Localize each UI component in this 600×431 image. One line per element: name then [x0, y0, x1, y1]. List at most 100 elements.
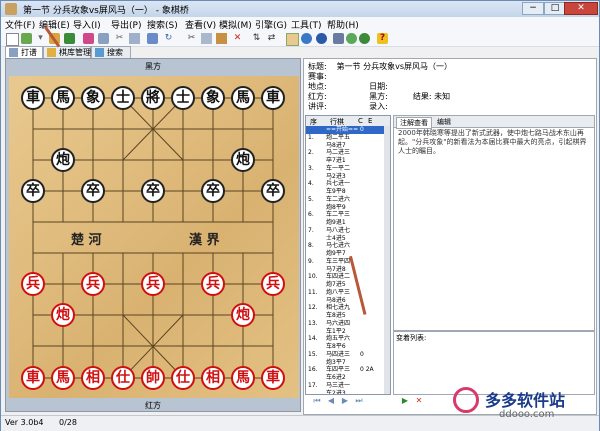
- red-pawn[interactable]: 兵: [21, 272, 45, 296]
- move-row[interactable]: 17. 马三进一: [306, 382, 384, 390]
- last-move-icon[interactable]: ⏭: [355, 397, 363, 405]
- black-pawn[interactable]: 卒: [201, 179, 225, 203]
- xiangqi-board[interactable]: 楚 河 漢 界 車 馬 象 士 將 士 象 馬 車 炮 炮 卒 卒 卒 卒 卒 …: [9, 76, 299, 398]
- move-list-scrollbar[interactable]: [384, 126, 390, 394]
- black-horse[interactable]: 馬: [51, 86, 75, 110]
- delete-icon[interactable]: ✕: [232, 33, 243, 44]
- preview-icon[interactable]: [98, 33, 109, 44]
- red-pawn[interactable]: 兵: [201, 272, 225, 296]
- col-e[interactable]: E: [368, 117, 372, 125]
- black-advisor[interactable]: 士: [171, 86, 195, 110]
- menu-edit[interactable]: 编辑(E): [39, 18, 70, 31]
- red-horse[interactable]: 馬: [231, 366, 255, 390]
- result-value[interactable]: 未知: [434, 92, 450, 101]
- move-row[interactable]: 卒7进1: [306, 157, 384, 165]
- open-icon[interactable]: [21, 33, 32, 44]
- add-variation-icon[interactable]: ▶: [401, 397, 409, 405]
- prev-move-icon[interactable]: ◀: [327, 397, 335, 405]
- move-list[interactable]: 序 行棋 C E ==开始== 0 1. 炮二平五 马8进7 2. 马二进三 卒7进1 3. 车一…: [305, 115, 391, 395]
- move-row[interactable]: 3. 车一平二: [306, 165, 384, 173]
- red-elephant[interactable]: 相: [81, 366, 105, 390]
- clipboard-icon[interactable]: [216, 33, 227, 44]
- copy-icon[interactable]: [129, 33, 140, 44]
- black-pawn[interactable]: 卒: [21, 179, 45, 203]
- new-icon[interactable]: [6, 33, 19, 46]
- red-general[interactable]: 帥: [141, 366, 165, 390]
- red-pawn[interactable]: 兵: [141, 272, 165, 296]
- move-row[interactable]: 14. 炮五平六: [306, 335, 384, 343]
- move-row[interactable]: 车9平8: [306, 188, 384, 196]
- tab-search[interactable]: 搜索: [91, 46, 131, 58]
- black-pawn[interactable]: 卒: [81, 179, 105, 203]
- move-row[interactable]: 车8平6: [306, 343, 384, 351]
- move-row[interactable]: 2. 马二进三: [306, 149, 384, 157]
- menu-file[interactable]: 文件(F): [5, 18, 35, 31]
- move-row[interactable]: 8. 马七进六: [306, 242, 384, 250]
- move-row[interactable]: 16. 车四平三 0 2A: [306, 366, 384, 374]
- menu-help[interactable]: 帮助(H): [327, 18, 359, 31]
- flip-h-icon[interactable]: ⇄: [266, 33, 277, 44]
- move-row[interactable]: 炮9退1: [306, 219, 384, 227]
- board-icon[interactable]: [286, 33, 299, 46]
- move-row[interactable]: 5. 车二进六: [306, 196, 384, 204]
- menu-import[interactable]: 导入(I): [73, 18, 101, 31]
- paste-icon[interactable]: [201, 33, 212, 44]
- menu-view[interactable]: 查看(V): [185, 18, 216, 31]
- engine-icon[interactable]: [301, 33, 312, 44]
- red-pawn[interactable]: 兵: [81, 272, 105, 296]
- move-row[interactable]: 炮9平7: [306, 250, 384, 258]
- red-chariot[interactable]: 車: [261, 366, 285, 390]
- book-icon[interactable]: [346, 33, 357, 44]
- close-button[interactable]: ✕: [564, 2, 598, 15]
- red-chariot[interactable]: 車: [21, 366, 45, 390]
- black-advisor[interactable]: 士: [111, 86, 135, 110]
- red-elephant[interactable]: 相: [201, 366, 225, 390]
- black-pawn[interactable]: 卒: [141, 179, 165, 203]
- move-row[interactable]: 7. 马八进七: [306, 227, 384, 235]
- red-pawn[interactable]: 兵: [261, 272, 285, 296]
- menu-simulate[interactable]: 模拟(M): [219, 18, 252, 31]
- delete-variation-icon[interactable]: ✕: [415, 397, 423, 405]
- move-row[interactable]: 4. 兵七进一: [306, 180, 384, 188]
- move-row[interactable]: 13. 马六进四: [306, 320, 384, 328]
- col-c[interactable]: C: [358, 117, 363, 125]
- move-row[interactable]: 9. 车三平四: [306, 258, 384, 266]
- black-general[interactable]: 將: [141, 86, 165, 110]
- help-icon[interactable]: ?: [377, 33, 388, 44]
- red-advisor[interactable]: 仕: [111, 366, 135, 390]
- save-as-icon[interactable]: [64, 33, 75, 44]
- menu-tools[interactable]: 工具(T): [291, 18, 322, 31]
- black-chariot[interactable]: 車: [261, 86, 285, 110]
- maximize-button[interactable]: □: [544, 2, 566, 15]
- move-row[interactable]: 15. 马四进三 0: [306, 351, 384, 359]
- move-row[interactable]: 炮7进5: [306, 281, 384, 289]
- move-row[interactable]: 1. 炮二平五: [306, 134, 384, 142]
- menu-search[interactable]: 搜索(S): [147, 18, 178, 31]
- next-move-icon[interactable]: ▶: [341, 397, 349, 405]
- cut2-icon[interactable]: ✂: [186, 33, 197, 44]
- tab-comment-view[interactable]: 注解查看: [396, 117, 432, 129]
- move-row[interactable]: ==开始== 0: [306, 126, 384, 134]
- menu-export[interactable]: 导出(P): [111, 18, 141, 31]
- move-row[interactable]: 6. 车二平三: [306, 211, 384, 219]
- black-chariot[interactable]: 車: [21, 86, 45, 110]
- first-move-icon[interactable]: ⏮: [313, 397, 321, 405]
- print-icon[interactable]: [83, 33, 94, 44]
- game-title[interactable]: 第一节 分兵攻象vs屏风马（一）: [337, 62, 452, 71]
- tab-comment-edit[interactable]: 编辑: [434, 117, 454, 127]
- undo-icon[interactable]: [147, 33, 158, 44]
- redo-icon[interactable]: ↻: [163, 33, 174, 44]
- red-advisor[interactable]: 仕: [171, 366, 195, 390]
- red-cannon[interactable]: 炮: [231, 303, 255, 327]
- minimize-button[interactable]: −: [522, 2, 544, 15]
- comment-text[interactable]: 2000年韩晓寒等提出了新式武器，使中炮七路马战术东山再起。"分兵攻象"的新看法…: [398, 129, 588, 156]
- menu-engine[interactable]: 引擎(G): [255, 18, 287, 31]
- black-cannon[interactable]: 炮: [231, 148, 255, 172]
- flip-v-icon[interactable]: ⇅: [251, 33, 262, 44]
- red-horse[interactable]: 馬: [51, 366, 75, 390]
- book2-icon[interactable]: [359, 33, 370, 44]
- open-dropdown-icon[interactable]: ▾: [35, 33, 46, 44]
- black-pawn[interactable]: 卒: [261, 179, 285, 203]
- play-icon[interactable]: [316, 33, 327, 44]
- cut-icon[interactable]: ✂: [114, 33, 125, 44]
